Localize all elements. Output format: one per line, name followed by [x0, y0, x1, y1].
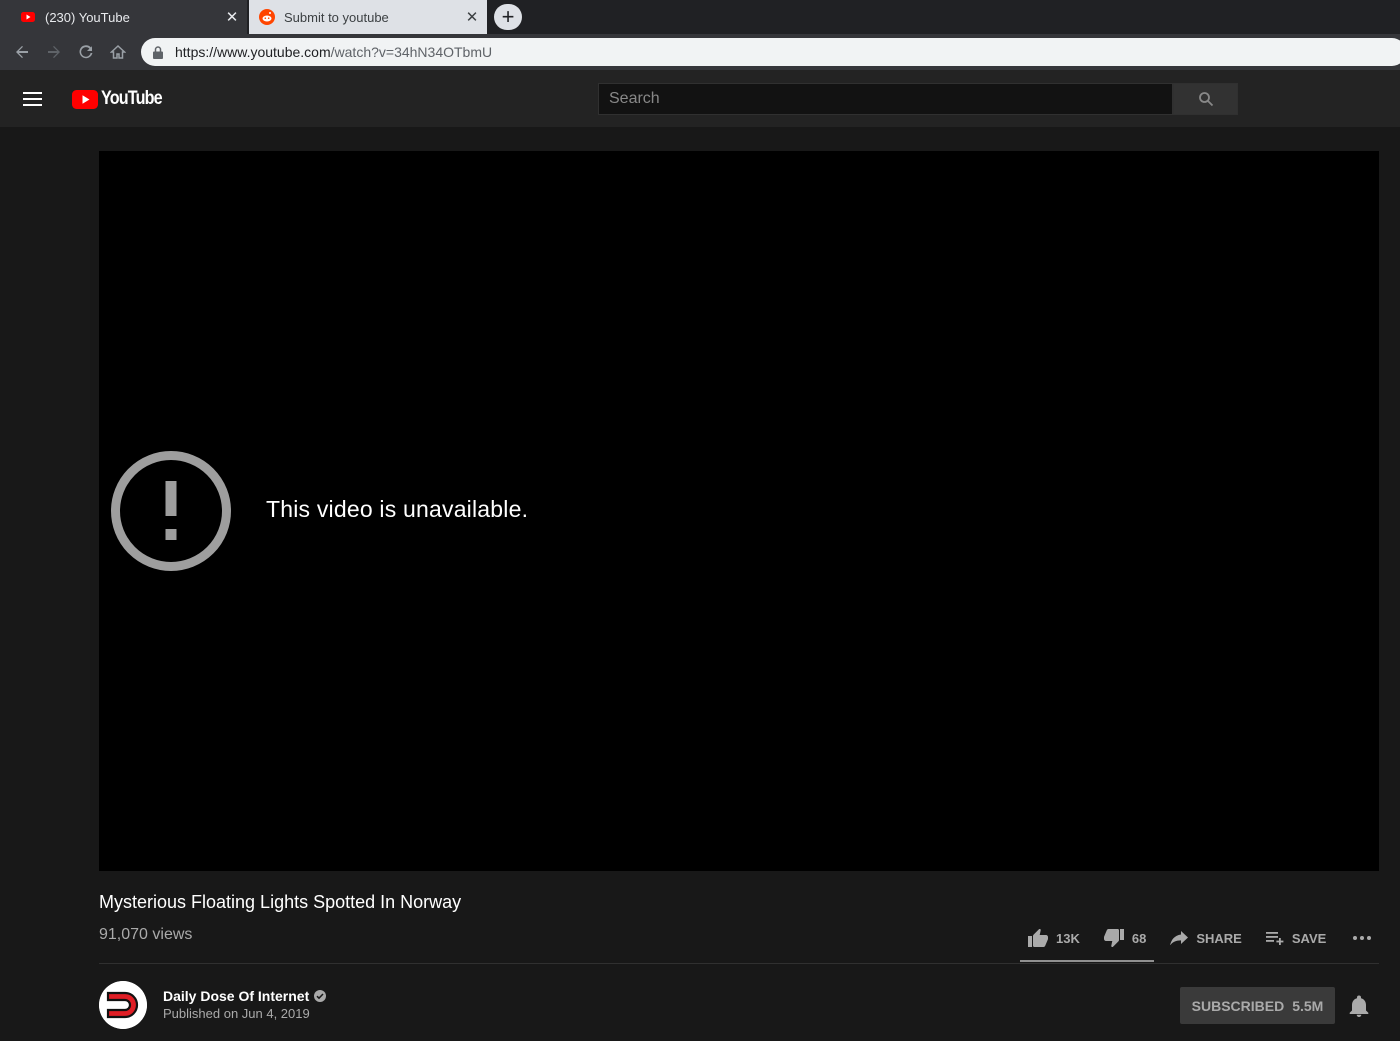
error-exclamation-icon	[111, 451, 231, 571]
logo-text: YouTube	[101, 88, 163, 109]
tab-title: Submit to youtube	[284, 9, 389, 25]
hamburger-menu-icon[interactable]	[23, 87, 49, 111]
subscribe-button[interactable]: SUBSCRIBED 5.5M	[1180, 987, 1335, 1024]
dislike-button[interactable]: 68	[1103, 929, 1147, 947]
back-icon[interactable]	[10, 40, 34, 64]
divider	[99, 963, 1379, 964]
channel-avatar[interactable]	[99, 981, 147, 1029]
search-button[interactable]	[1173, 83, 1238, 115]
video-player[interactable]: This video is unavailable.	[99, 151, 1379, 871]
daily-dose-logo	[99, 981, 147, 1029]
url-host: https://www.youtube.com	[175, 44, 331, 60]
search-input[interactable]: Search	[598, 83, 1173, 115]
thumbs-down-icon	[1103, 929, 1124, 947]
tab-youtube[interactable]: (230) YouTube ✕	[0, 0, 247, 34]
notification-bell-icon[interactable]	[1349, 995, 1369, 1017]
channel-name-text: Daily Dose Of Internet	[163, 988, 310, 1004]
close-icon[interactable]: ✕	[457, 8, 487, 26]
youtube-icon	[20, 9, 36, 25]
search-icon	[1198, 92, 1213, 107]
reddit-icon	[259, 9, 275, 25]
url-path: /watch?v=34hN34OTbmU	[330, 44, 493, 60]
video-actions: 13K 68 SHARE SAVE	[1020, 926, 1372, 950]
dislike-count: 68	[1131, 930, 1147, 946]
publish-date: Published on Jun 4, 2019	[163, 1006, 310, 1021]
verified-check-icon	[314, 990, 327, 1002]
save-button[interactable]: SAVE	[1265, 930, 1327, 946]
video-title: Mysterious Floating Lights Spotted In No…	[99, 892, 462, 912]
youtube-masthead: YouTube Search	[0, 70, 1400, 127]
forward-icon[interactable]	[42, 40, 66, 64]
view-count: 91,070 views	[99, 926, 193, 943]
url-bar[interactable]: https://www.youtube.com/watch?v=34hN34OT…	[141, 38, 1400, 66]
home-icon[interactable]	[106, 40, 130, 64]
save-label: SAVE	[1291, 930, 1327, 946]
youtube-logo[interactable]: YouTube	[72, 88, 172, 110]
browser-toolbar: https://www.youtube.com/watch?v=34hN34OT…	[0, 34, 1400, 70]
browser-tab-bar: (230) YouTube ✕ Submit to youtube ✕ +	[0, 0, 1400, 34]
subscribe-label: SUBSCRIBED	[1191, 997, 1285, 1014]
close-icon[interactable]: ✕	[217, 8, 247, 26]
more-actions-icon[interactable]	[1352, 935, 1372, 941]
youtube-play-icon	[72, 89, 98, 109]
share-button[interactable]: SHARE	[1170, 931, 1242, 946]
tab-reddit[interactable]: Submit to youtube ✕	[249, 0, 487, 34]
thumbs-up-icon	[1028, 929, 1048, 947]
sentiment-bar	[1020, 960, 1154, 962]
reload-icon[interactable]	[74, 40, 98, 64]
like-button[interactable]: 13K	[1028, 929, 1080, 947]
share-label: SHARE	[1196, 930, 1242, 946]
new-tab-button[interactable]: +	[494, 4, 522, 30]
like-count: 13K	[1056, 930, 1080, 946]
error-message: This video is unavailable.	[266, 496, 529, 522]
share-arrow-icon	[1170, 931, 1189, 945]
lock-icon[interactable]	[153, 45, 165, 59]
tab-title: (230) YouTube	[45, 9, 130, 25]
subscriber-count: 5.5M	[1292, 997, 1324, 1014]
channel-name[interactable]: Daily Dose Of Internet	[163, 988, 327, 1004]
playlist-add-icon	[1265, 932, 1284, 945]
